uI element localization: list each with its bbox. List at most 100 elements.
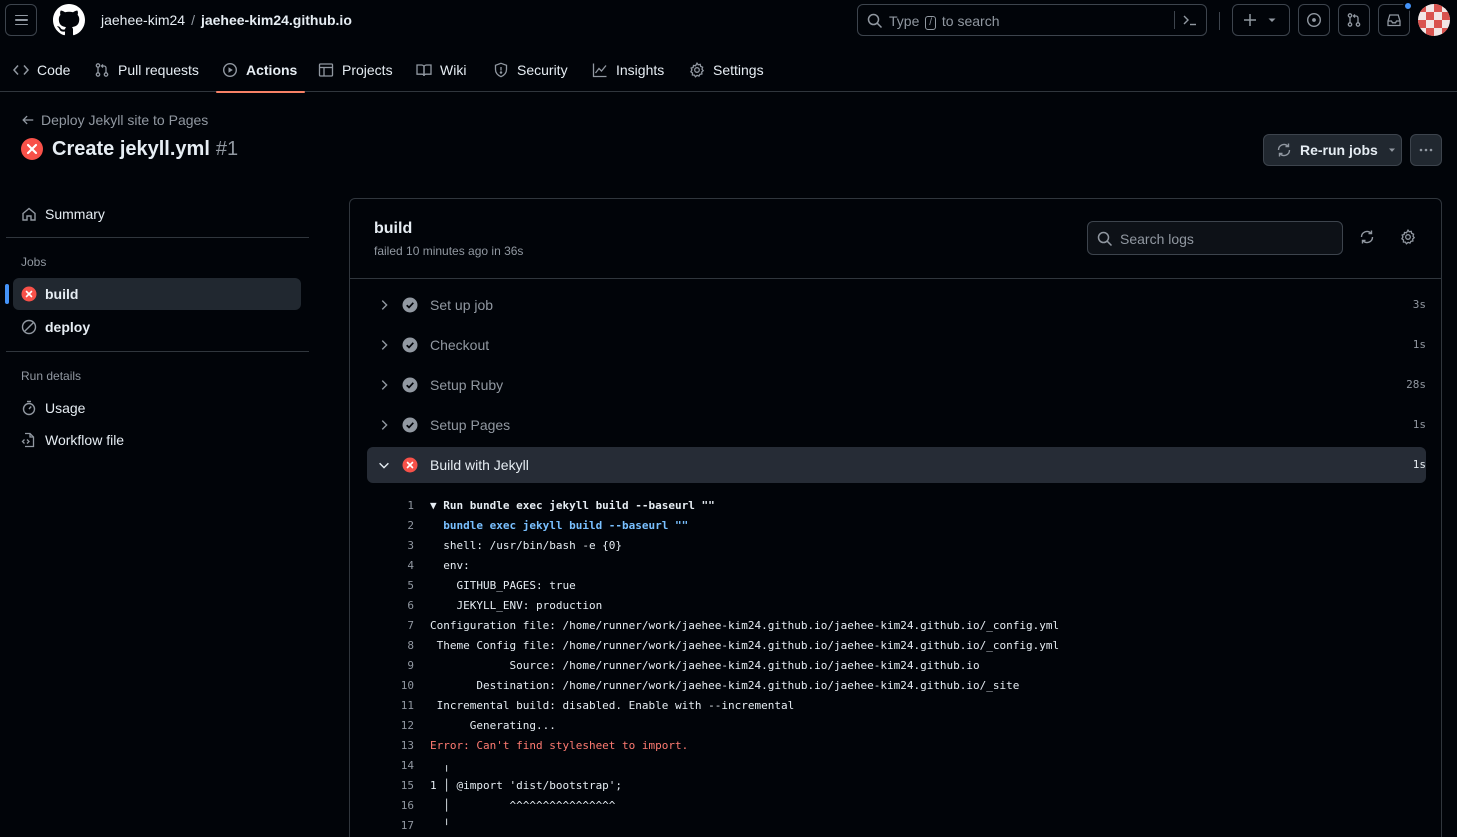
line-number[interactable]: 15	[370, 779, 414, 792]
table-icon	[318, 63, 334, 77]
issues-button[interactable]	[1298, 4, 1330, 36]
line-number[interactable]: 8	[370, 639, 414, 652]
x-circle-fill-icon	[402, 457, 418, 473]
stopwatch-icon	[22, 400, 36, 416]
kebab-horizontal-icon	[1419, 148, 1433, 152]
github-logo-icon[interactable]	[53, 4, 85, 36]
back-link-label: Deploy Jekyll site to Pages	[41, 112, 209, 128]
check-circle-fill-icon	[402, 417, 418, 433]
shield-icon	[494, 62, 508, 78]
tab-pull-requests-label: Pull requests	[118, 62, 199, 78]
sidebar-job-label: deploy	[45, 319, 91, 335]
sync-icon	[1277, 143, 1291, 157]
global-search-input[interactable]: Type / to search	[857, 4, 1207, 36]
tab-insights[interactable]: Insights	[592, 48, 664, 92]
step-checkout[interactable]: Checkout 1s	[367, 327, 1426, 363]
line-number[interactable]: 16	[370, 799, 414, 812]
sidebar-item-summary[interactable]: Summary	[13, 198, 301, 230]
repo-link[interactable]: jaehee-kim24.github.io	[201, 12, 352, 28]
play-icon	[222, 62, 238, 78]
log-settings-button[interactable]	[1397, 226, 1419, 248]
log-text: ╵	[430, 818, 450, 832]
step-build-with-jekyll[interactable]: Build with Jekyll 1s	[367, 447, 1426, 483]
line-number[interactable]: 9	[370, 659, 414, 672]
pull-requests-button[interactable]	[1338, 4, 1370, 36]
search-icon	[1097, 231, 1113, 247]
search-placeholder-suffix: to search	[941, 13, 1000, 29]
log-text: Configuration file: /home/runner/work/ja…	[430, 618, 1060, 632]
sidebar-item-usage[interactable]: Usage	[13, 392, 301, 424]
line-number[interactable]: 17	[370, 819, 414, 832]
run-title-text: Create jekyll.yml	[52, 137, 210, 160]
job-log-panel: build failed 10 minutes ago in 36s Searc…	[349, 198, 1442, 837]
avatar-image	[1418, 4, 1450, 36]
line-number[interactable]: 1	[370, 499, 414, 512]
menu-button[interactable]	[5, 4, 37, 36]
user-avatar[interactable]	[1418, 4, 1450, 36]
tab-settings[interactable]: Settings	[689, 48, 764, 92]
rerun-jobs-label: Re-run jobs	[1300, 142, 1378, 158]
rerun-jobs-button[interactable]: Re-run jobs	[1263, 134, 1402, 166]
search-shortcut-key: /	[925, 16, 937, 30]
log-line: 10 Destination: /home/runner/work/jaehee…	[350, 675, 1441, 695]
skip-icon	[21, 319, 37, 335]
step-duration: 1s	[1412, 458, 1426, 471]
tab-projects[interactable]: Projects	[318, 48, 393, 92]
job-header: build failed 10 minutes ago in 36s Searc…	[350, 199, 1441, 279]
notification-indicator	[1403, 1, 1413, 11]
step-setup-ruby[interactable]: Setup Ruby 28s	[367, 367, 1426, 403]
tab-wiki-label: Wiki	[440, 62, 467, 78]
sidebar-job-deploy[interactable]: deploy	[13, 311, 301, 343]
header-separator	[1219, 12, 1220, 30]
step-setup-pages[interactable]: Setup Pages 1s	[367, 407, 1426, 443]
line-number[interactable]: 6	[370, 599, 414, 612]
log-line: 13 Error: Can't find stylesheet to import…	[350, 735, 1441, 755]
search-icon	[867, 13, 883, 29]
create-new-button[interactable]	[1232, 4, 1290, 36]
sidebar-item-workflow-file[interactable]: Workflow file	[13, 424, 301, 456]
tab-actions[interactable]: Actions	[216, 48, 306, 93]
inbox-button[interactable]	[1378, 1, 1413, 36]
line-number[interactable]: 10	[370, 679, 414, 692]
command-palette-icon[interactable]	[1182, 12, 1198, 28]
line-number[interactable]: 13	[370, 739, 414, 752]
tab-code[interactable]: Code	[13, 48, 70, 92]
step-duration: 1s	[1412, 338, 1426, 351]
log-text: env:	[430, 558, 470, 572]
log-text: 1 │ @import 'dist/bootstrap';	[430, 778, 623, 792]
more-options-button[interactable]	[1410, 134, 1442, 166]
log-line: 4 env:	[350, 555, 1441, 575]
line-number[interactable]: 12	[370, 719, 414, 732]
log-error-text: Error: Can't find stylesheet to import.	[430, 738, 689, 752]
graph-icon	[592, 63, 607, 78]
line-number[interactable]: 4	[370, 559, 414, 572]
line-number[interactable]: 11	[370, 699, 414, 712]
sync-icon	[1360, 230, 1374, 244]
menu-icon-bar	[14, 19, 28, 21]
step-set-up-job[interactable]: Set up job 3s	[367, 287, 1426, 323]
tab-code-label: Code	[37, 62, 71, 78]
line-number[interactable]: 3	[370, 539, 414, 552]
line-number[interactable]: 2	[370, 519, 414, 532]
tab-wiki[interactable]: Wiki	[416, 48, 466, 92]
sidebar-job-build[interactable]: build	[5, 278, 301, 310]
step-label: Checkout	[430, 337, 490, 353]
line-number[interactable]: 5	[370, 579, 414, 592]
tab-pull-requests[interactable]: Pull requests	[94, 48, 199, 92]
owner-link[interactable]: jaehee-kim24	[101, 12, 185, 28]
log-line: 9 Source: /home/runner/work/jaehee-kim24…	[350, 655, 1441, 675]
log-text[interactable]: ▼ Run bundle exec jekyll build --baseurl…	[430, 499, 715, 512]
refresh-logs-button[interactable]	[1356, 226, 1378, 248]
line-number[interactable]: 14	[370, 759, 414, 772]
tab-insights-label: Insights	[616, 62, 665, 78]
home-icon	[22, 207, 36, 221]
back-to-workflow-link[interactable]: Deploy Jekyll site to Pages	[21, 112, 208, 128]
line-number[interactable]: 7	[370, 619, 414, 632]
log-text: Source: /home/runner/work/jaehee-kim24.g…	[430, 658, 980, 672]
repo-navigation: Code Pull requests Actions Projects Wiki…	[0, 48, 1457, 93]
search-logs-input[interactable]: Search logs	[1087, 221, 1343, 255]
tab-security[interactable]: Security	[493, 48, 568, 92]
menu-icon-bar	[14, 23, 28, 26]
run-title: Create jekyll.yml #1	[20, 137, 238, 161]
triangle-down-icon	[1268, 18, 1276, 22]
